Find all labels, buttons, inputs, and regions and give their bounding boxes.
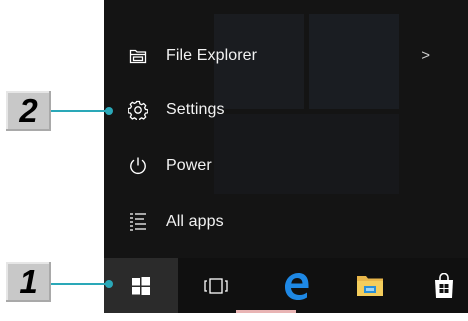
callout-leader-dot [105, 280, 113, 288]
menu-item-label: File Explorer [166, 47, 258, 64]
file-explorer-icon [128, 46, 148, 66]
menu-item-power[interactable]: Power [104, 146, 468, 186]
menu-item-settings[interactable]: Settings [104, 90, 468, 130]
store-bag-icon [435, 272, 453, 298]
edge-button[interactable] [262, 258, 330, 313]
start-button[interactable] [104, 258, 178, 313]
menu-item-label: Power [166, 157, 212, 174]
menu-item-all-apps[interactable]: All apps [104, 202, 468, 242]
callout-label: 2 [6, 91, 51, 131]
start-menu: File Explorer > Settings Power All apps [104, 0, 468, 258]
gear-icon [128, 100, 148, 120]
chevron-right-icon: > [421, 47, 430, 64]
list-icon [128, 212, 148, 232]
power-icon [128, 156, 148, 176]
windows-logo-icon [132, 276, 150, 295]
menu-item-file-explorer[interactable]: File Explorer > [104, 36, 468, 76]
callout-label: 1 [6, 262, 51, 302]
taskbar [104, 258, 468, 313]
callout-leader-dot [105, 107, 113, 115]
menu-item-label: Settings [166, 101, 225, 118]
callout-leader-line [51, 283, 109, 285]
edge-icon [285, 272, 309, 300]
active-app-indicator [236, 310, 296, 313]
task-view-button[interactable] [182, 258, 250, 313]
task-view-icon [204, 277, 228, 294]
file-explorer-taskbar-button[interactable] [336, 258, 404, 313]
store-button[interactable] [410, 258, 468, 313]
menu-item-label: All apps [166, 213, 224, 230]
folder-icon [357, 275, 383, 296]
callout-leader-line [51, 110, 109, 112]
